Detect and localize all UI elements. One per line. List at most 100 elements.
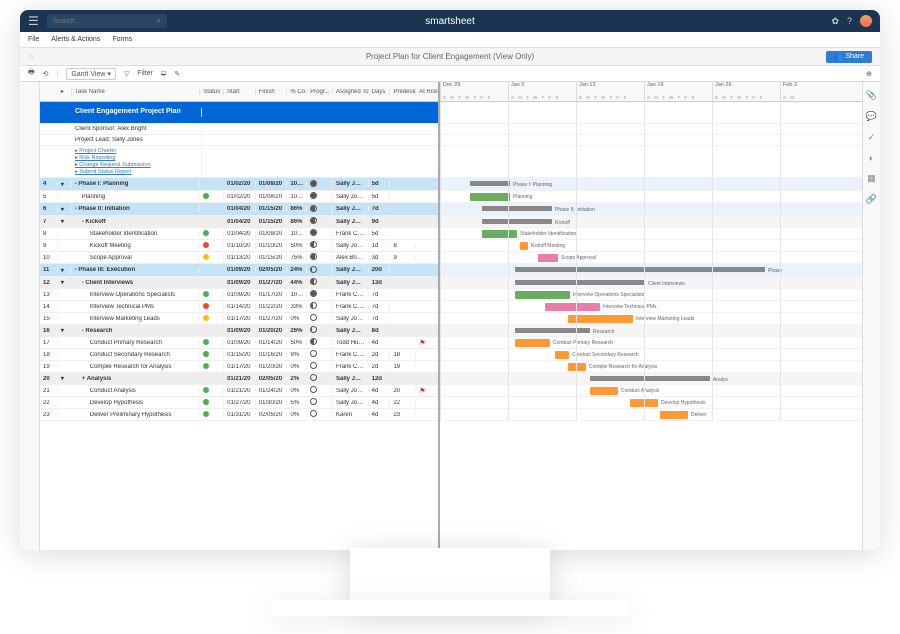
gantt-row[interactable]: Phase I: Planning: [440, 178, 862, 191]
table-row[interactable]: 9Kickoff Meeting01/10/2001/10/2050%Sally…: [40, 240, 438, 252]
table-row[interactable]: 16▾- Research01/09/2001/20/2026%Sally Jo…: [40, 325, 438, 337]
gantt-bar[interactable]: Deliver: [660, 411, 688, 419]
menu-file[interactable]: File: [28, 36, 39, 43]
zoom-icon[interactable]: ⊕: [866, 70, 872, 78]
gantt-bar[interactable]: Conduct Analysis: [590, 387, 618, 395]
menu-icon[interactable]: ☰: [28, 14, 39, 28]
comment-icon[interactable]: 💬: [866, 111, 877, 122]
gantt-bar[interactable]: Client Interviews: [515, 280, 645, 285]
document-title: Project Plan for Client Engagement (View…: [366, 52, 534, 61]
gantt-bar[interactable]: Planning: [470, 193, 510, 201]
search-box[interactable]: ⌕: [47, 14, 167, 28]
gantt-row[interactable]: Phase II: Initiation: [440, 203, 862, 216]
notification-icon[interactable]: ✿: [831, 16, 839, 27]
table-row[interactable]: 5Planning01/02/2001/08/20100%Sally Jones…: [40, 191, 438, 203]
filter-icon[interactable]: ▽: [124, 70, 129, 78]
gantt-bar[interactable]: Conduct Secondary Research: [555, 351, 569, 359]
table-row[interactable]: 11▾- Phase III: Execution01/09/2002/05/2…: [40, 264, 438, 277]
table-row[interactable]: 4▾- Phase I: Planning01/02/2001/08/20100…: [40, 178, 438, 191]
gantt-bar[interactable]: Phase I: Planning: [470, 181, 510, 186]
right-toolbar: 📎 💬 ✓ ◐ ▦ 🔗: [862, 82, 880, 550]
gantt-bar[interactable]: Phase II: Initiation: [482, 206, 552, 211]
gantt-bar[interactable]: Scope Approval: [538, 254, 558, 262]
gantt-row[interactable]: Compile Research for Analysis: [440, 361, 862, 373]
gantt-row[interactable]: Deliver: [440, 409, 862, 421]
avatar[interactable]: [860, 15, 872, 27]
gantt-row[interactable]: Scope Approval: [440, 252, 862, 264]
menu-forms[interactable]: Forms: [112, 36, 132, 43]
gantt-bar[interactable]: Kickoff: [482, 219, 552, 224]
attachment-icon[interactable]: 📎: [866, 90, 877, 101]
table-row[interactable]: 10Scope Approval01/13/2001/15/2075%Alex …: [40, 252, 438, 264]
table-row[interactable]: 17Conduct Primary Research01/09/2001/14/…: [40, 337, 438, 349]
edit-icon[interactable]: ✎: [174, 70, 180, 78]
gantt-row[interactable]: Interview Marketing Leads: [440, 313, 862, 325]
gantt-row[interactable]: Planning: [440, 191, 862, 203]
table-row[interactable]: 23Deliver Preliminary Hypothesis01/31/20…: [40, 409, 438, 421]
gantt-week-header: Dec 29S M T W T F S: [440, 82, 508, 101]
table-row[interactable]: 12▾- Client Interviews01/09/2001/27/2044…: [40, 277, 438, 289]
view-selector[interactable]: Gantt View ▾: [66, 68, 116, 80]
table-row[interactable]: 20▾+ Analysis01/21/2002/05/202%Sally Jon…: [40, 373, 438, 385]
table-row[interactable]: 19Compile Research for Analysis01/17/200…: [40, 361, 438, 373]
gantt-row[interactable]: Conduct Primary Research: [440, 337, 862, 349]
format-icon[interactable]: ▦: [867, 173, 876, 184]
gantt-bar[interactable]: Kickoff Meeting: [520, 242, 528, 250]
gantt-bar[interactable]: Interview Operations Specialists: [515, 291, 570, 299]
gantt-row[interactable]: Phase: [440, 264, 862, 277]
proof-icon[interactable]: ✓: [868, 132, 876, 143]
monitor-stand: [350, 548, 550, 608]
gantt-row[interactable]: Kickoff Meeting: [440, 240, 862, 252]
refresh-icon[interactable]: ⟲: [43, 70, 49, 78]
gantt-bar[interactable]: Compile Research for Analysis: [568, 363, 586, 371]
search-icon[interactable]: ⌕: [156, 16, 160, 26]
table-row[interactable]: Client Sponsor: Alex Bright: [40, 124, 438, 135]
activity-icon[interactable]: ◐: [869, 153, 874, 163]
gantt-bar[interactable]: Conduct Primary Research: [515, 339, 550, 347]
gantt-bar[interactable]: Stakeholder Identification: [482, 230, 517, 238]
gantt-row[interactable]: Research: [440, 325, 862, 337]
search-input[interactable]: [53, 18, 157, 25]
menu-alerts[interactable]: Alerts & Actions: [51, 36, 100, 43]
table-row[interactable]: ▸ Project Charter▸ Risk Reporting▸ Chang…: [40, 146, 438, 178]
table-row[interactable]: 13Interview Operations Specialists01/09/…: [40, 289, 438, 301]
gantt-row[interactable]: Conduct Analysis: [440, 385, 862, 397]
table-row[interactable]: 21Conduct Analysis01/21/2001/24/200%Sall…: [40, 385, 438, 397]
doc-link[interactable]: ▸ Submit Status Report: [75, 169, 198, 176]
gantt-week-header: Feb 2S M: [780, 82, 848, 101]
gantt-bar[interactable]: Analys: [590, 376, 710, 381]
filter-off-icon[interactable]: ▽: [161, 70, 166, 78]
gantt-row[interactable]: Kickoff: [440, 216, 862, 228]
gantt-row[interactable]: Client Interviews: [440, 277, 862, 289]
share-icon: 👥: [834, 53, 843, 61]
print-icon[interactable]: 🖶: [28, 68, 35, 79]
share-button[interactable]: 👥 Share: [826, 51, 872, 63]
gantt-row[interactable]: Develop Hypothesis: [440, 397, 862, 409]
gantt-week-header: Jan 12S M T W T F S: [576, 82, 644, 101]
gantt-row[interactable]: Stakeholder Identification: [440, 228, 862, 240]
table-row[interactable]: 22Develop Hypothesis01/27/2001/30/205%Sa…: [40, 397, 438, 409]
table-row[interactable]: 14Interview Technical PMs01/14/2001/22/2…: [40, 301, 438, 313]
help-icon[interactable]: ?: [847, 16, 852, 26]
gantt-bar[interactable]: Research: [515, 328, 590, 333]
link-icon[interactable]: 🔗: [866, 194, 877, 205]
filter-label[interactable]: Filter: [137, 70, 153, 77]
table-row[interactable]: Project Lead: Sally Jones: [40, 135, 438, 146]
table-row[interactable]: Client Engagement Project Plan: [40, 102, 438, 124]
table-row[interactable]: 7▾- Kickoff01/04/2001/15/2086%Sally Jone…: [40, 216, 438, 228]
table-row[interactable]: 18Conduct Secondary Research01/15/2001/1…: [40, 349, 438, 361]
gantt-bar[interactable]: Interview Technical PMs: [545, 303, 600, 311]
gantt-bar[interactable]: Phase: [515, 267, 765, 272]
table-row[interactable]: 6▾- Phase II: Initiation01/04/2001/15/20…: [40, 203, 438, 216]
table-row[interactable]: 15Interview Marketing Leads01/17/2001/27…: [40, 313, 438, 325]
gantt-row[interactable]: Analys: [440, 373, 862, 385]
gantt-row[interactable]: Interview Operations Specialists: [440, 289, 862, 301]
doc-link[interactable]: ▸ Project Charter: [75, 148, 198, 155]
gantt-row[interactable]: Interview Technical PMs: [440, 301, 862, 313]
doc-link[interactable]: ▸ Risk Reporting: [75, 155, 198, 162]
gantt-chart[interactable]: Dec 29S M T W T F SJan 5S M T W T F SJan…: [440, 82, 862, 550]
table-row[interactable]: 8Stakeholder Identification01/04/2001/09…: [40, 228, 438, 240]
gantt-row[interactable]: Conduct Secondary Research: [440, 349, 862, 361]
doc-link[interactable]: ▸ Change Request Submission: [75, 162, 198, 169]
gantt-bar[interactable]: Interview Marketing Leads: [568, 315, 633, 323]
